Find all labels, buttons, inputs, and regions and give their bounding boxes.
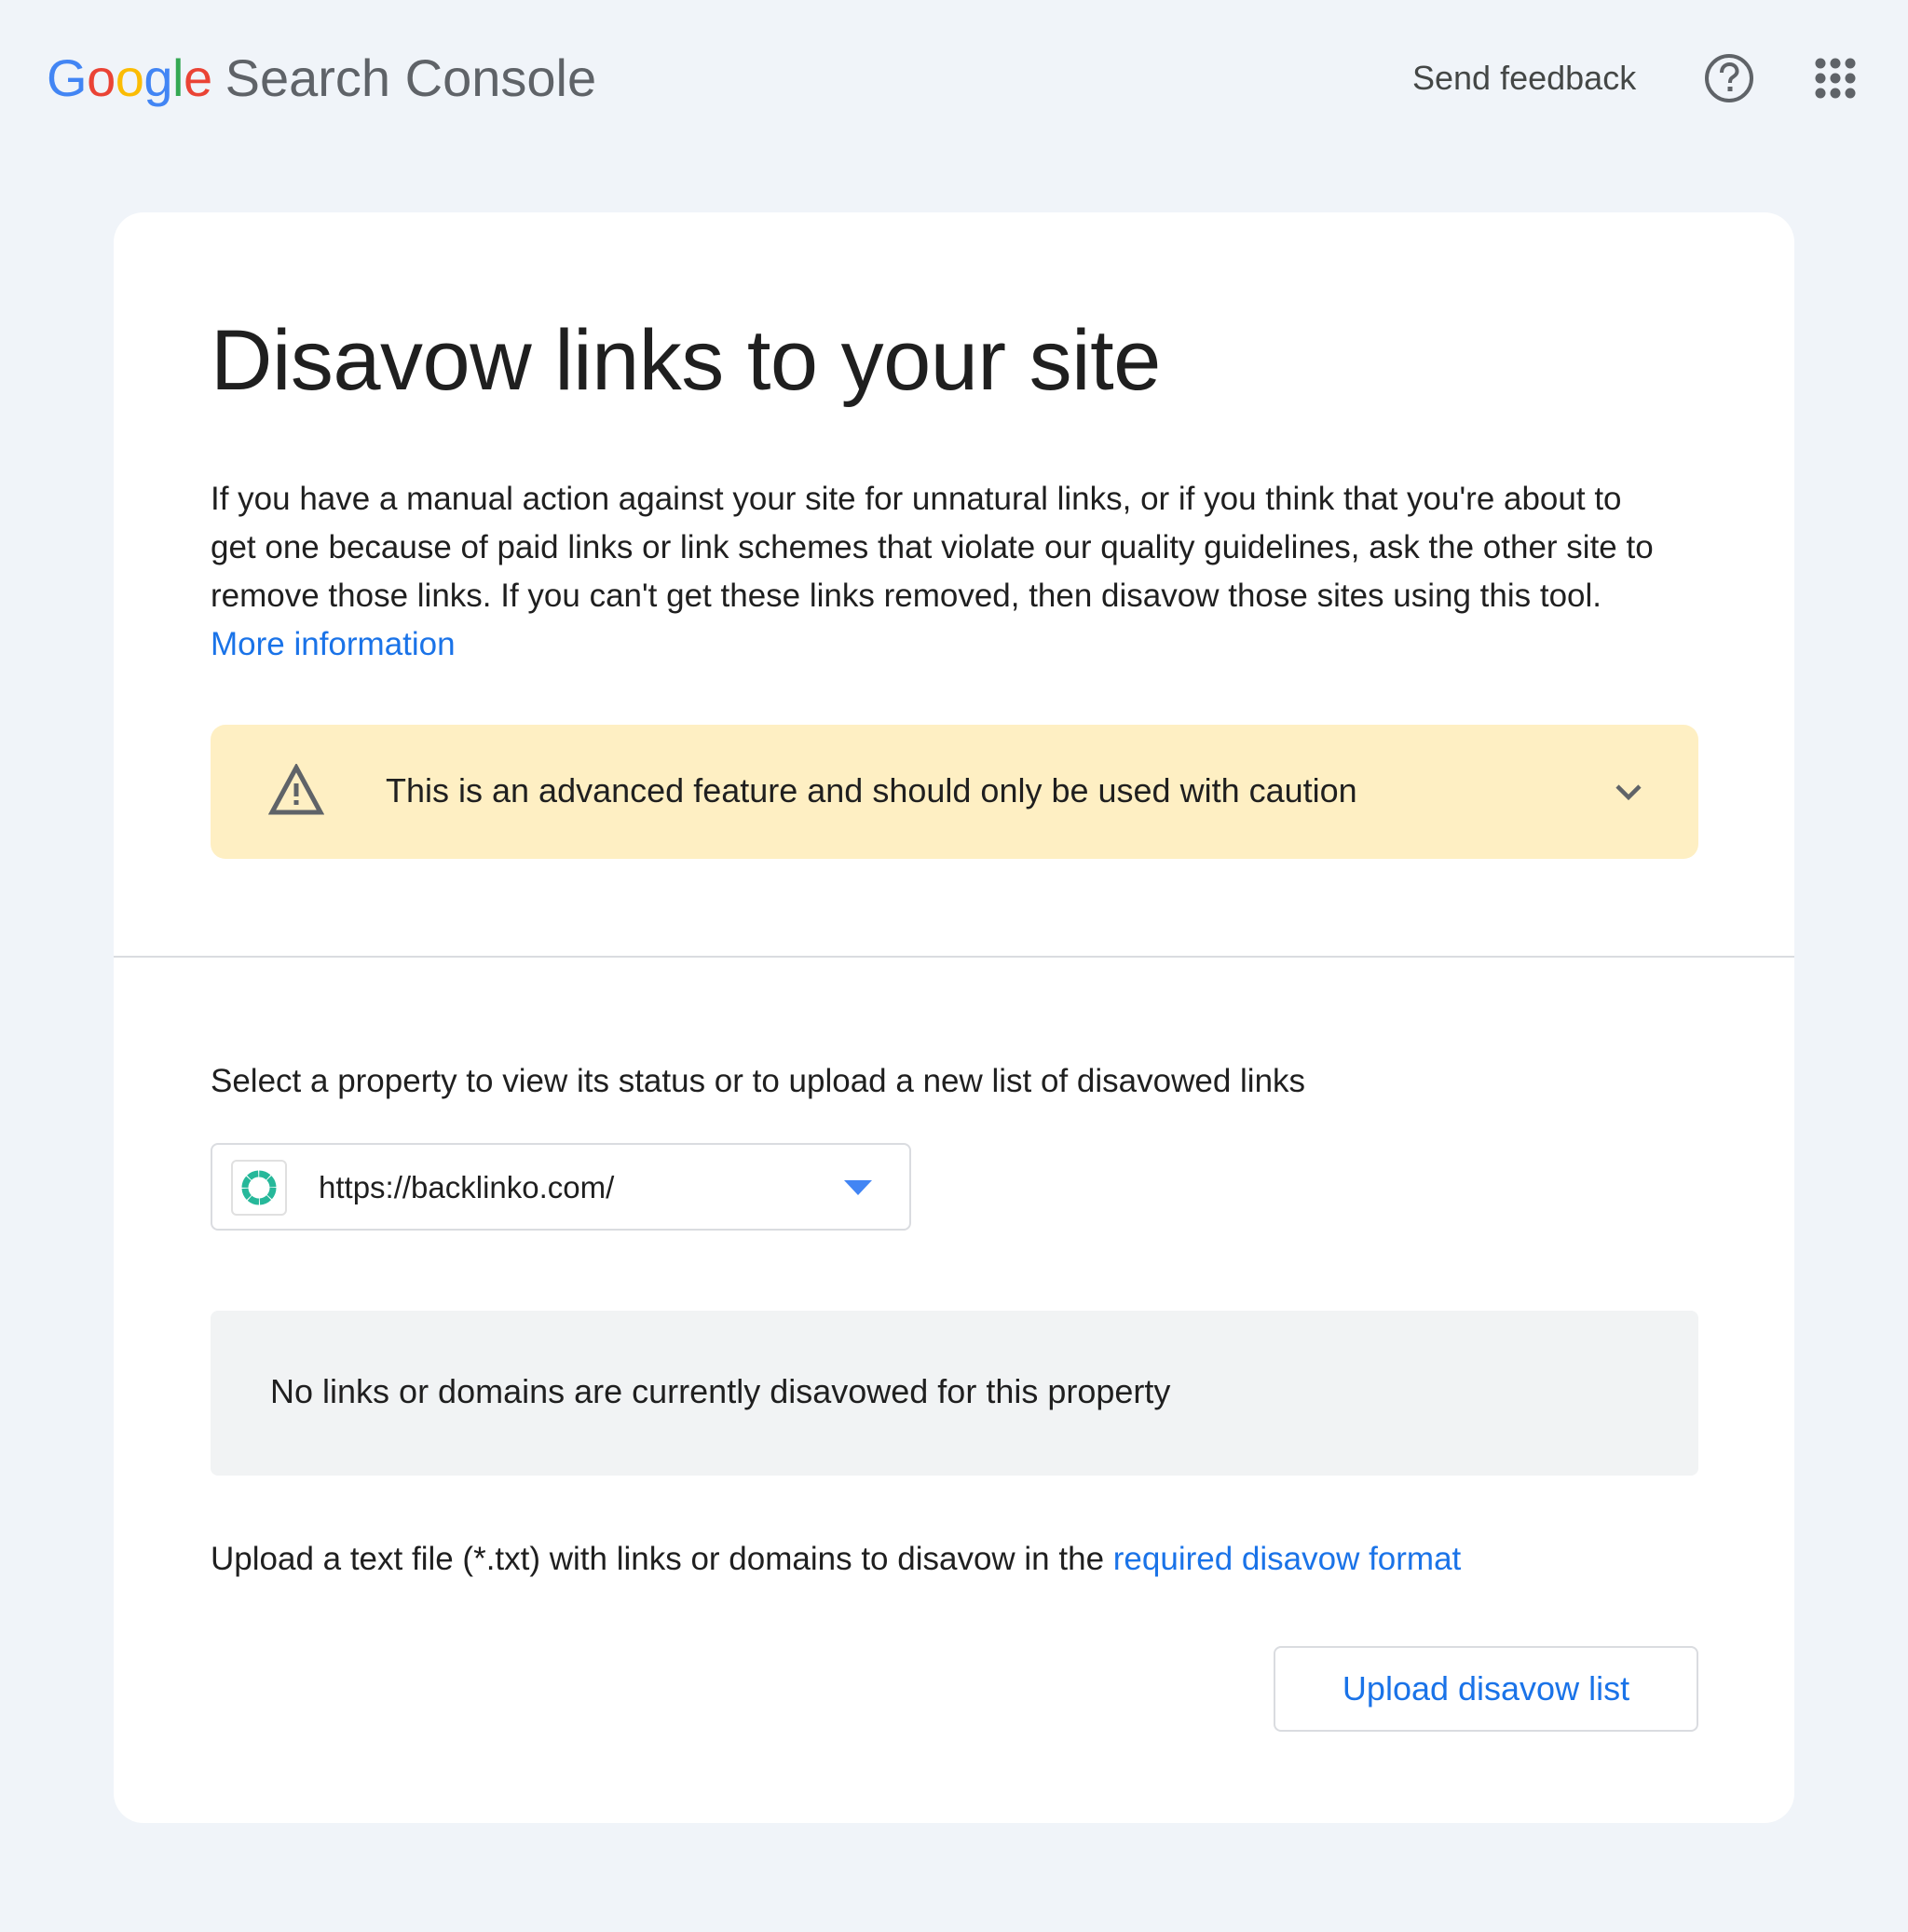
send-feedback-button[interactable]: Send feedback (1412, 58, 1636, 99)
selected-property: https://backlinko.com/ (319, 1170, 615, 1204)
chevron-down-icon[interactable] (1612, 777, 1645, 807)
more-information-link[interactable]: More information (211, 626, 456, 662)
apps-grid-icon (1815, 58, 1856, 99)
logo-letter: G (47, 48, 88, 107)
property-select-label: Select a property to view its status or … (211, 1063, 1306, 1099)
warning-triangle-icon (268, 764, 324, 815)
section-divider (114, 956, 1794, 958)
disavow-status-text: No links or domains are currently disavo… (270, 1372, 1171, 1410)
logo-letter: e (183, 48, 212, 107)
google-apps-button[interactable] (1811, 54, 1860, 102)
triangle-down-icon (844, 1180, 872, 1195)
intro-paragraph: If you have a manual action against your… (211, 475, 1664, 669)
property-dropdown[interactable]: https://backlinko.com/ (211, 1143, 911, 1231)
site-favicon-icon (241, 1170, 277, 1205)
help-circle-icon (1705, 54, 1753, 102)
top-bar: Google Search Console Send feedback (0, 0, 1908, 158)
product-name: Search Console (225, 48, 597, 107)
help-button[interactable] (1703, 52, 1755, 104)
caution-text: This is an advanced feature and should o… (386, 771, 1357, 810)
logo-letter: g (143, 48, 173, 107)
property-favicon (231, 1160, 287, 1216)
upload-disavow-list-button[interactable]: Upload disavow list (1274, 1646, 1698, 1732)
page-title: Disavow links to your site (211, 313, 1161, 408)
upload-description-text: Upload a text file (*.txt) with links or… (211, 1541, 1105, 1577)
upload-description: Upload a text file (*.txt) with links or… (211, 1535, 1571, 1584)
search-console-logo[interactable]: Google Search Console (47, 48, 596, 108)
logo-letter: l (172, 48, 184, 107)
logo-letter: o (87, 48, 116, 107)
logo-letter: o (115, 48, 144, 107)
intro-text: If you have a manual action against your… (211, 481, 1654, 614)
required-format-link[interactable]: required disavow format (1113, 1541, 1462, 1577)
caution-banner[interactable]: This is an advanced feature and should o… (211, 725, 1698, 859)
disavow-card: Disavow links to your site If you have a… (114, 212, 1794, 1823)
disavow-status-box: No links or domains are currently disavo… (211, 1311, 1698, 1476)
